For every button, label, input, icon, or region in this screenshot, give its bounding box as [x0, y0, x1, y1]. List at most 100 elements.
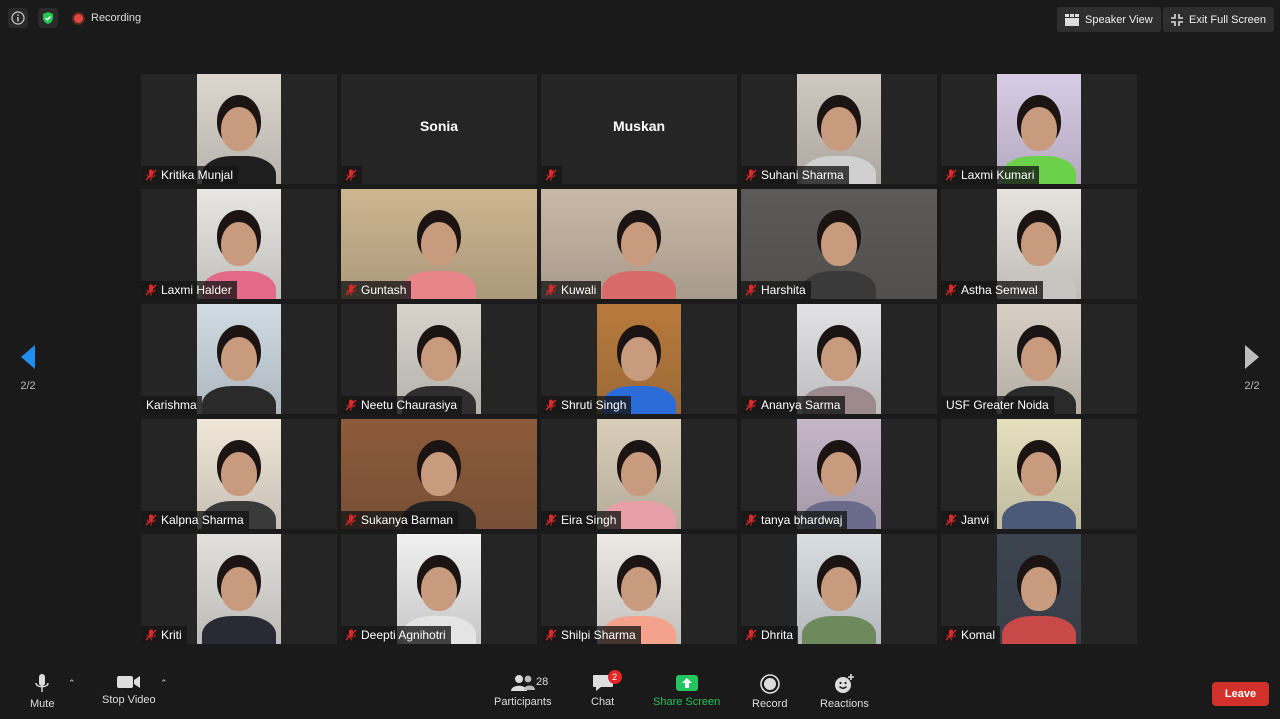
- participant-silhouette-body: [402, 271, 476, 299]
- muted-microphone-icon: [545, 399, 557, 411]
- participant-silhouette-head: [621, 337, 657, 381]
- video-camera-icon: [116, 676, 140, 688]
- mute-button[interactable]: Mute: [30, 674, 54, 710]
- participant-name-label: Sukanya Barman: [341, 511, 459, 529]
- participant-name-text: Kuwali: [561, 283, 597, 297]
- participant-name-label: Kalpna Sharma: [141, 511, 249, 529]
- muted-microphone-icon: [145, 629, 157, 641]
- muted-microphone-icon: [945, 629, 957, 641]
- video-tile[interactable]: Sukanya Barman: [341, 419, 537, 529]
- video-tile[interactable]: USF Greater Noida: [941, 304, 1137, 414]
- video-tile[interactable]: Dhrita: [741, 534, 937, 644]
- participant-silhouette-head: [821, 337, 857, 381]
- muted-microphone-icon: [545, 629, 557, 641]
- participant-silhouette-head: [421, 222, 457, 266]
- video-tile[interactable]: Karishma: [141, 304, 337, 414]
- participant-silhouette-head: [221, 452, 257, 496]
- video-tile[interactable]: Kuwali: [541, 189, 737, 299]
- muted-microphone-icon: [345, 399, 357, 411]
- meeting-info-icon[interactable]: [8, 8, 28, 28]
- video-tile[interactable]: Sonia: [341, 74, 537, 184]
- participant-name-label: Kriti: [141, 626, 187, 644]
- video-tile[interactable]: Guntash: [341, 189, 537, 299]
- video-tile[interactable]: tanya bhardwaj: [741, 419, 937, 529]
- video-tile[interactable]: Laxmi Halder: [141, 189, 337, 299]
- video-tile[interactable]: Komal: [941, 534, 1137, 644]
- video-tile[interactable]: Deepti Agnihotri: [341, 534, 537, 644]
- exit-full-screen-button[interactable]: Exit Full Screen: [1163, 7, 1275, 32]
- participant-silhouette-head: [221, 337, 257, 381]
- video-tile[interactable]: Shilpi Sharma: [541, 534, 737, 644]
- participant-name-text: USF Greater Noida: [946, 398, 1049, 412]
- muted-microphone-icon: [945, 514, 957, 526]
- muted-microphone-icon: [345, 284, 357, 296]
- muted-microphone-icon: [745, 399, 757, 411]
- participant-name-text: Janvi: [961, 513, 990, 527]
- recording-indicator[interactable]: Recording: [66, 8, 147, 28]
- video-tile[interactable]: Astha Semwal: [941, 189, 1137, 299]
- video-tile[interactable]: Muskan: [541, 74, 737, 184]
- speaker-view-button[interactable]: Speaker View: [1057, 7, 1161, 32]
- encryption-shield-icon[interactable]: [38, 8, 58, 28]
- participant-video: [197, 304, 281, 414]
- participant-name-label: Laxmi Halder: [141, 281, 237, 299]
- participant-name-text: Ananya Sarma: [761, 398, 841, 412]
- participant-silhouette-head: [1021, 452, 1057, 496]
- video-tile[interactable]: Shruti Singh: [541, 304, 737, 414]
- gallery-grid: Kritika Munjal Sonia Muskan Suhani Sharma La…: [141, 74, 1139, 644]
- recording-dot-icon: [72, 11, 85, 25]
- participant-silhouette-body: [802, 616, 876, 644]
- participants-button[interactable]: Participants 28: [494, 674, 551, 708]
- muted-microphone-icon: [145, 284, 157, 296]
- video-tile[interactable]: Suhani Sharma: [741, 74, 937, 184]
- participant-name-label: Kritika Munjal: [141, 166, 239, 184]
- exit-full-screen-label: Exit Full Screen: [1189, 13, 1267, 26]
- participant-silhouette-head: [821, 107, 857, 151]
- muted-microphone-icon: [745, 514, 757, 526]
- stop-video-button[interactable]: Stop Video: [102, 674, 156, 706]
- participant-name-text: Shruti Singh: [561, 398, 627, 412]
- participant-silhouette-head: [821, 452, 857, 496]
- participant-name-text: Astha Semwal: [961, 283, 1038, 297]
- exit-full-screen-icon: [1171, 13, 1183, 26]
- participant-name-text: Harshita: [761, 283, 806, 297]
- participant-name-text: Laxmi Halder: [161, 283, 232, 297]
- participant-name-text: Neetu Chaurasiya: [361, 398, 458, 412]
- record-button[interactable]: Record: [752, 674, 787, 710]
- video-tile[interactable]: Laxmi Kumari: [941, 74, 1137, 184]
- participant-name-label: Harshita: [741, 281, 811, 299]
- participant-silhouette-head: [621, 567, 657, 611]
- video-tile[interactable]: Janvi: [941, 419, 1137, 529]
- participant-name-label: tanya bhardwaj: [741, 511, 848, 529]
- participant-silhouette-head: [1021, 337, 1057, 381]
- muted-microphone-icon: [745, 629, 757, 641]
- leave-button[interactable]: Leave: [1212, 682, 1269, 706]
- participant-name-label: Laxmi Kumari: [941, 166, 1040, 184]
- video-tile[interactable]: Eira Singh: [541, 419, 737, 529]
- video-tile[interactable]: Kriti: [141, 534, 337, 644]
- video-options-chevron-icon[interactable]: ⌃: [160, 678, 168, 689]
- reactions-button[interactable]: Reactions: [820, 674, 869, 710]
- participant-silhouette-body: [602, 271, 676, 299]
- audio-options-chevron-icon[interactable]: ⌃: [68, 678, 76, 689]
- speaker-view-icon: [1065, 13, 1079, 26]
- participant-video: [197, 534, 281, 644]
- previous-page-button[interactable]: 2/2: [16, 345, 40, 392]
- participant-video: [997, 419, 1081, 529]
- participant-name-label: Guntash: [341, 281, 412, 299]
- video-tile[interactable]: Harshita: [741, 189, 937, 299]
- participant-name-text: Laxmi Kumari: [961, 168, 1035, 182]
- chat-button[interactable]: 2 Chat: [591, 670, 622, 708]
- video-tile[interactable]: Neetu Chaurasiya: [341, 304, 537, 414]
- top-bar: Recording Speaker View Exit Full Screen: [0, 0, 1280, 38]
- next-page-button[interactable]: 2/2: [1240, 345, 1264, 392]
- share-screen-button[interactable]: Share Screen: [653, 674, 720, 708]
- recording-label: Recording: [91, 12, 142, 24]
- video-tile[interactable]: Ananya Sarma: [741, 304, 937, 414]
- muted-microphone-icon: [345, 514, 357, 526]
- video-tile[interactable]: Kalpna Sharma: [141, 419, 337, 529]
- video-tile[interactable]: Kritika Munjal: [141, 74, 337, 184]
- participant-silhouette-body: [202, 616, 276, 644]
- muted-microphone-icon: [345, 169, 357, 181]
- participant-name-text: Shilpi Sharma: [561, 628, 636, 642]
